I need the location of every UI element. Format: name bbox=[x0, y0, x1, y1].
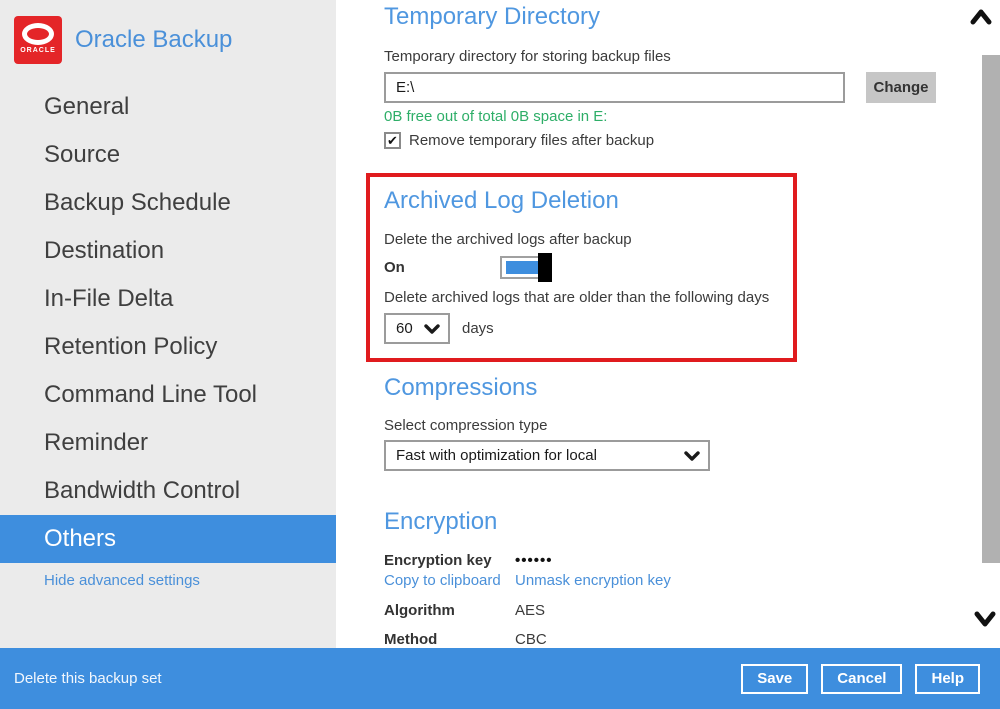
hide-advanced-settings-link[interactable]: Hide advanced settings bbox=[0, 572, 336, 589]
settings-panel: Temporary Directory Temporary directory … bbox=[336, 0, 1000, 648]
scroll-down-icon[interactable] bbox=[974, 610, 996, 628]
delete-backup-set-link[interactable]: Delete this backup set bbox=[14, 670, 162, 687]
scrollbar-thumb[interactable] bbox=[982, 55, 1000, 563]
sidebar-nav: General Source Backup Schedule Destinati… bbox=[0, 83, 336, 589]
sidebar-item-bandwidth-control[interactable]: Bandwidth Control bbox=[0, 467, 336, 515]
sidebar-item-others[interactable]: Others bbox=[0, 515, 336, 563]
app-title: Oracle Backup bbox=[75, 26, 232, 54]
oracle-logo-icon: ORACLE bbox=[14, 16, 62, 64]
copy-to-clipboard-link[interactable]: Copy to clipboard bbox=[384, 572, 515, 589]
sidebar-item-backup-schedule[interactable]: Backup Schedule bbox=[0, 179, 336, 227]
toggle-state-label: On bbox=[384, 259, 500, 276]
archived-log-deletion-title: Archived Log Deletion bbox=[384, 186, 793, 216]
remove-temp-files-label: Remove temporary files after backup bbox=[409, 132, 654, 149]
oracle-ring-icon bbox=[22, 23, 54, 45]
algorithm-value: AES bbox=[515, 602, 545, 619]
footer-bar: Delete this backup set Save Cancel Help bbox=[0, 648, 1000, 709]
scroll-up-icon[interactable] bbox=[970, 8, 992, 26]
algorithm-label: Algorithm bbox=[384, 602, 515, 619]
help-button[interactable]: Help bbox=[915, 664, 980, 694]
encryption-title: Encryption bbox=[384, 507, 1000, 537]
encryption-key-label: Encryption key bbox=[384, 552, 515, 569]
change-directory-button[interactable]: Change bbox=[866, 72, 936, 103]
days-suffix-label: days bbox=[462, 320, 494, 337]
oracle-logo-text: ORACLE bbox=[20, 47, 56, 54]
sidebar-item-in-file-delta[interactable]: In-File Delta bbox=[0, 275, 336, 323]
save-button[interactable]: Save bbox=[741, 664, 808, 694]
toggle-fill bbox=[506, 261, 539, 274]
free-space-status: 0B free out of total 0B space in E: bbox=[384, 108, 1000, 125]
method-label: Method bbox=[384, 631, 515, 648]
sidebar-item-reminder[interactable]: Reminder bbox=[0, 419, 336, 467]
compression-type-label: Select compression type bbox=[384, 417, 1000, 434]
encryption-key-masked-value: •••••• bbox=[515, 552, 553, 569]
compression-type-value: Fast with optimization for local bbox=[396, 447, 597, 464]
cancel-button[interactable]: Cancel bbox=[821, 664, 902, 694]
compression-type-select[interactable]: Fast with optimization for local bbox=[384, 440, 710, 471]
delete-archived-logs-label: Delete the archived logs after backup bbox=[384, 231, 793, 248]
sidebar-item-source[interactable]: Source bbox=[0, 131, 336, 179]
checkmark-icon: ✔ bbox=[387, 134, 398, 147]
temporary-directory-label: Temporary directory for storing backup f… bbox=[384, 48, 1000, 65]
sidebar-item-general[interactable]: General bbox=[0, 83, 336, 131]
brand: ORACLE Oracle Backup bbox=[0, 0, 336, 64]
sidebar-item-command-line-tool[interactable]: Command Line Tool bbox=[0, 371, 336, 419]
chevron-down-icon bbox=[684, 451, 700, 461]
temporary-directory-title: Temporary Directory bbox=[384, 2, 1000, 32]
unmask-encryption-key-link[interactable]: Unmask encryption key bbox=[515, 572, 671, 589]
delete-archived-logs-toggle[interactable] bbox=[500, 256, 552, 279]
sidebar-item-retention-policy[interactable]: Retention Policy bbox=[0, 323, 336, 371]
days-select[interactable]: 60 bbox=[384, 313, 450, 344]
compressions-title: Compressions bbox=[384, 373, 1000, 403]
days-select-value: 60 bbox=[396, 320, 413, 337]
sidebar-item-destination[interactable]: Destination bbox=[0, 227, 336, 275]
toggle-knob-icon bbox=[538, 253, 552, 282]
sidebar: ORACLE Oracle Backup General Source Back… bbox=[0, 0, 336, 648]
remove-temp-files-checkbox[interactable]: ✔ bbox=[384, 132, 401, 149]
temporary-directory-input[interactable] bbox=[384, 72, 845, 103]
chevron-down-icon bbox=[424, 324, 440, 334]
archived-log-deletion-highlight-box: Archived Log Deletion Delete the archive… bbox=[366, 173, 797, 362]
method-value: CBC bbox=[515, 631, 547, 648]
older-than-days-label: Delete archived logs that are older than… bbox=[384, 289, 793, 306]
